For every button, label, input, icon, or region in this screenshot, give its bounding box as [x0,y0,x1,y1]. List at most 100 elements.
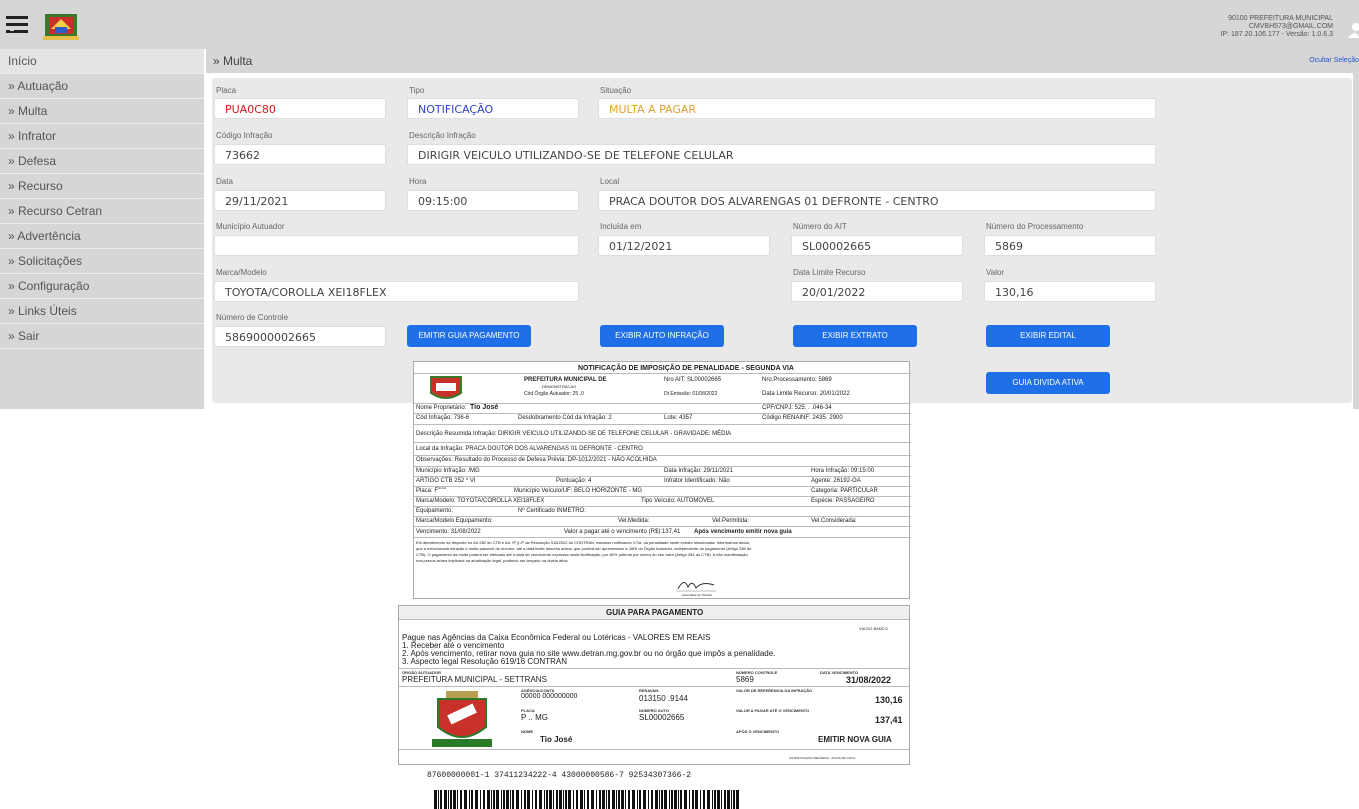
barcode-icon [434,790,739,809]
data-field[interactable]: 29/11/2021 [214,190,386,211]
guia-nome-label: NOME [521,729,533,734]
notificacao-tipo-veiculo: Tipo Veículo: AUTOMOVEL [641,498,715,504]
notificacao-municipio-veiculo: Município Veículo/UF: BELO HORIZONTE - M… [514,488,643,494]
notificacao-org-sub: DEMONSTRACAO [542,384,577,389]
situacao-field[interactable]: MULTA A PAGAR [598,98,1156,119]
user-org: 90100 PREFEITURA MUNICIPAL [1228,15,1333,22]
codigo-infracao-field[interactable]: 73662 [214,144,386,165]
sidebar-item-autuacao[interactable]: » Autuação [0,74,204,99]
municipio-autuador-field[interactable] [214,235,579,256]
notificacao-desdobramento: Desdobramento Cód da Infração: 2 [518,415,612,421]
hora-field[interactable]: 09:15:00 [407,190,579,211]
data-limite-recurso-field[interactable]: 20/01/2022 [791,281,963,302]
numero-processamento-field[interactable]: 5869 [984,235,1156,256]
notificacao-observacoes: Observações: Resultado do Processo de De… [416,457,657,463]
notificacao-renainf: Código RENAINF: 2435· 2900 [762,415,843,421]
user-ip-version: IP: 187.20.106.177 - Versão: 1.0.6.3 [1220,31,1333,38]
sidebar-item-solicitacoes[interactable]: » Solicitações [0,249,204,274]
notificacao-org-name: PREFEITURA MUNICIPAL DE [524,377,607,383]
tipo-field[interactable]: NOTIFICAÇÃO [407,98,579,119]
sidebar-item-configuracao[interactable]: » Configuração [0,274,204,299]
incluida-em-field[interactable]: 01/12/2021 [598,235,770,256]
descricao-infracao-field[interactable]: DIRIGIR VEICULO UTILIZANDO-SE DE TELEFON… [407,144,1156,165]
notificacao-apos-vencimento: Após vencimento emitir nova guia [694,529,792,535]
notificacao-placa: Placa: F''''''' [416,488,447,494]
descricao-infracao-label: Descrição Infração [409,131,476,140]
sidebar-item-multa[interactable]: » Multa [0,99,204,124]
sidebar-item-infrator[interactable]: » Infrator [0,124,204,149]
divider [414,537,911,538]
notificacao-descricao: Descrição Resumida Infração: DIRIGIR VEI… [416,431,732,437]
notificacao-marca-equipamento: Marca/Modelo Equipamento: [416,518,493,524]
notificacao-texto-4: nos prazos acima implicará na atualizaçã… [416,558,569,563]
data-label: Data [216,177,233,186]
city-crest-icon [43,14,79,40]
notificacao-marca-modelo: Marca/Modelo: TOYOTA/COROLLA XEI18FLEX [416,498,545,504]
placa-field[interactable]: PUA0C80 [214,98,386,119]
notificacao-proprietario: Tio José [470,404,499,411]
sidebar-item-recurso[interactable]: » Recurso [0,174,204,199]
notificacao-valor-pagar: Valor a pagar até o vencimento (R$):137,… [564,529,681,535]
local-label: Local [600,177,620,186]
guia-nome: Tio José [540,735,573,744]
exibir-auto-button[interactable]: EXIBIR AUTO INFRAÇÃO [600,325,724,347]
guia-title: GUIA PARA PAGAMENTO [606,608,704,617]
guia-divida-ativa-button[interactable]: GUIA DIVIDA ATIVA [986,372,1110,394]
section-header: » Multa Ocultar Seleção [206,49,1359,73]
right-strip [1353,73,1359,409]
notificacao-especie: Espécie: PASSAGEIRO [811,498,875,504]
valor-field[interactable]: 130,16 [984,281,1156,302]
exibir-extrato-button[interactable]: EXIBIR EXTRATO [793,325,917,347]
guia-valor-ref: 130,16 [875,695,903,705]
exibir-edital-button[interactable]: EXIBIR EDITAL [986,325,1110,347]
sidebar-item-links-uteis[interactable]: » Links Úteis [0,299,204,324]
guia-num-auto: SL00002665 [639,713,685,722]
guia-renavam: 013150 .9144 [639,694,688,703]
guia-valor-ref-label: VALOR DE REFERENCIA DA INFRAÇÃO [736,688,813,693]
city-crest-icon [430,376,462,399]
notificacao-nro-proc: Nro.Processamento: 5869 [762,377,832,383]
notificacao-certificado: Nº Certificado INMETRO: [518,508,586,514]
user-email: CMVBH573@GMAIL.COM [1248,23,1333,30]
notificacao-hora-infracao: Hora Infração: 09:15:00 [811,468,875,474]
user-avatar-icon[interactable] [1347,22,1359,38]
guia-autenticacao: AUTENTICAÇÃO MECÂNICA - FICHA DE CAIXA [789,756,856,760]
marca-modelo-field[interactable]: TOYOTA/COROLLA XEI18FLEX [214,281,579,302]
tipo-label: Tipo [409,86,425,95]
sidebar-item-defesa[interactable]: » Defesa [0,149,204,174]
notificacao-infrator-identificado: Infrator Identificado: Não [664,478,730,484]
hide-selection-link[interactable]: Ocultar Seleção [1309,49,1359,73]
signature-icon [676,582,716,592]
divider [414,455,911,456]
notificacao-vel-considerada: Vel.Considerada: [811,518,857,524]
notificacao-vel-medida: Vel.Medida: [618,518,650,524]
guia-linha-4: 3. Aspecto legal Resolução 619/16 CONTRA… [402,657,567,666]
notificacao-lote: Lote: 4357 [664,415,693,421]
barcode-digits: 87600000001-1 37411234222-4 43000000586-… [427,771,692,780]
notificacao-municipio: Município Infração: /MG [416,468,480,474]
numero-controle-field[interactable]: 5869000002665 [214,326,386,347]
sidebar-item-advertencia[interactable]: » Advertência [0,224,204,249]
notificacao-texto-1: Em atendimento ao disposto no Art.282 do… [416,540,750,545]
guia-apos-label: APÓS O VENCIMENTO [736,729,780,734]
sidebar-item-recurso-cetran[interactable]: » Recurso Cetran [0,199,204,224]
sidebar-item-sair[interactable]: » Sair [0,324,204,349]
top-bar: 90100 PREFEITURA MUNICIPAL CMVBH573@GMAI… [0,0,1359,49]
notificacao-nro-ait: Nro AIT: SL00002665 [664,377,722,383]
menu-icon[interactable] [6,16,28,34]
sidebar-item-inicio[interactable]: Início [0,49,204,74]
notificacao-document: NOTIFICAÇÃO DE IMPOSIÇÃO DE PENALIDADE -… [413,361,911,599]
numero-ait-field[interactable]: SL00002665 [791,235,963,256]
divider [414,476,911,477]
notificacao-equipamento: Equipamento: [416,508,454,514]
emitir-guia-button[interactable]: EMITIR GUIA PAGAMENTO [407,325,531,347]
guia-agencia: 00000 000000000 [521,693,578,700]
notificacao-local: Local da Infração: PRACA DOUTOR DOS ALVA… [416,446,643,452]
divider [414,442,911,443]
guia-pagamento: GUIA PARA PAGAMENTO VIA DO BANCO Pague n… [398,605,910,765]
guia-data-venc: 31/08/2022 [846,675,892,685]
divider [414,373,911,374]
guia-renavam-label: RENAVAN: [639,688,660,693]
local-field[interactable]: PRACA DOUTOR DOS ALVARENGAS 01 DEFRONTE … [598,190,1156,211]
divider [414,486,911,487]
